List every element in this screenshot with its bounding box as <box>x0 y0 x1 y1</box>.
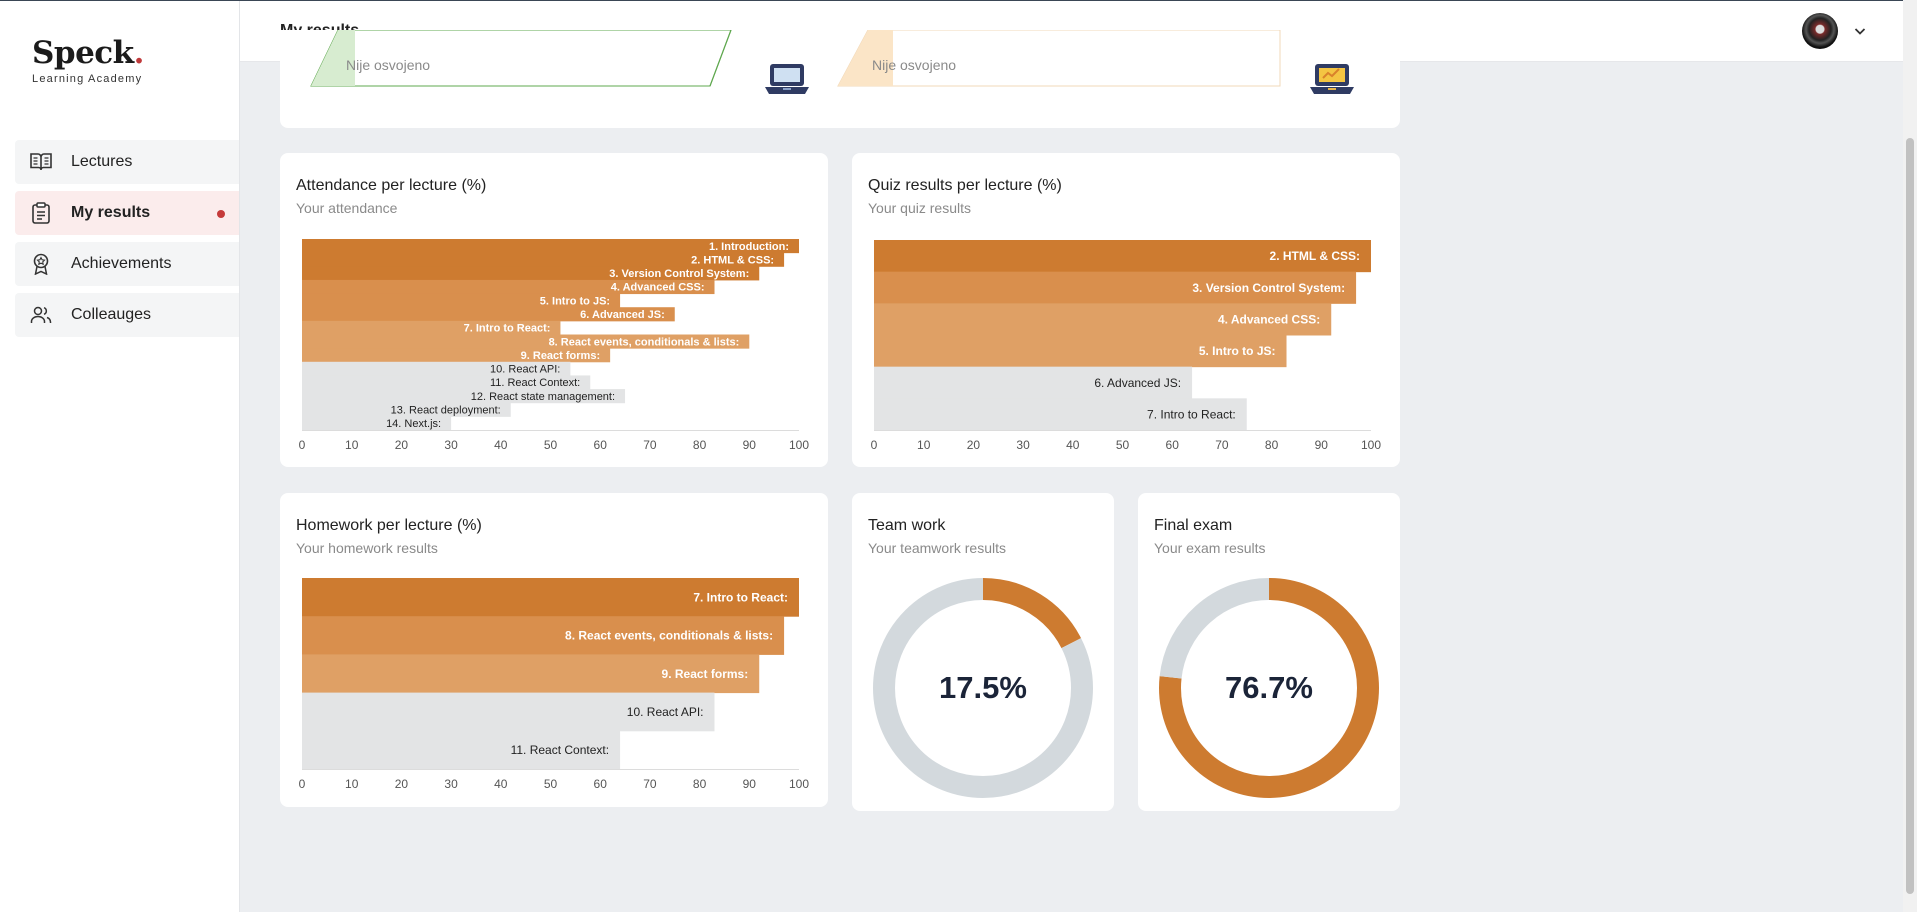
x-tick-label: 10 <box>345 438 359 452</box>
logo-subtitle: Learning Academy <box>32 73 143 85</box>
laptop-icon <box>764 60 810 101</box>
scrollbar-thumb[interactable] <box>1906 138 1914 894</box>
bar-label: 6. Advanced JS: <box>580 309 665 321</box>
x-tick-label: 70 <box>643 777 657 791</box>
achievement-progress-shapes <box>310 30 1281 87</box>
bar-label: 4. Advanced CSS: <box>1218 312 1320 326</box>
bar-label: 8. React events, conditionals & lists: <box>565 629 773 643</box>
bar-label: 10. React API: <box>627 705 704 719</box>
bar-label: 3. Version Control System: <box>609 268 749 280</box>
x-tick-label: 90 <box>743 777 757 791</box>
x-tick-label: 80 <box>1265 438 1279 452</box>
x-tick-label: 40 <box>1066 438 1080 452</box>
sidebar-item-colleagues[interactable]: Colleauges <box>15 293 239 337</box>
x-tick-label: 10 <box>917 438 931 452</box>
achievement-status: Nije osvojeno <box>872 57 957 73</box>
sidebar-item-my-results[interactable]: My results <box>15 191 239 235</box>
x-tick-label: 50 <box>544 777 558 791</box>
logo-text: Speck <box>32 35 134 71</box>
x-tick-label: 90 <box>1315 438 1329 452</box>
sidebar: Speck. Learning Academy Lectures My resu… <box>0 1 240 912</box>
user-avatar[interactable] <box>1802 13 1838 49</box>
homework-chart: 7. Intro to React: 8. React events, condi… <box>299 578 809 791</box>
exam-value: 76.7% <box>1225 670 1313 705</box>
bar-label: 11. React Context: <box>511 743 609 757</box>
x-tick-label: 40 <box>494 438 508 452</box>
x-tick-label: 70 <box>1215 438 1229 452</box>
exam-card: Final exam Your exam results 76.7% <box>1138 493 1400 811</box>
award-icon <box>30 253 52 275</box>
bar-label: 9. React forms: <box>662 667 749 681</box>
bar-label: 5. Intro to JS: <box>1199 344 1276 358</box>
x-tick-label: 20 <box>395 777 409 791</box>
logo[interactable]: Speck. Learning Academy <box>32 35 144 85</box>
page-scrollbar[interactable] <box>1903 0 1917 912</box>
bar-label: 6. Advanced JS: <box>1094 376 1181 390</box>
x-tick-label: 30 <box>444 777 458 791</box>
bar-label: 11. React Context: <box>490 377 580 389</box>
bar-label: 1. Introduction: <box>709 241 789 253</box>
x-tick-label: 30 <box>1016 438 1030 452</box>
achievement-status: Nije osvojeno <box>346 57 431 73</box>
users-icon <box>30 304 52 326</box>
bar-label: 7. Intro to React: <box>693 590 788 604</box>
teamwork-value: 17.5% <box>939 670 1027 705</box>
bar-label: 7. Intro to React: <box>1147 407 1236 421</box>
sidebar-item-label: Lectures <box>71 153 133 170</box>
sidebar-item-label: My results <box>71 204 151 221</box>
logo-dot: . <box>133 35 145 71</box>
x-tick-label: 50 <box>544 438 558 452</box>
x-tick-label: 60 <box>1166 438 1180 452</box>
sidebar-item-achievements[interactable]: Achievements <box>15 242 239 286</box>
bar-label: 7. Intro to React: <box>464 323 551 335</box>
x-tick-label: 100 <box>789 777 809 791</box>
clipboard-icon <box>30 202 52 224</box>
x-tick-label: 70 <box>643 438 657 452</box>
achievements-card: Nije osvojeno Nije osvojeno <box>280 30 1400 128</box>
x-tick-label: 60 <box>594 777 608 791</box>
exam-donut-chart <box>1159 578 1379 798</box>
laptop-icon <box>1309 60 1355 101</box>
x-tick-label: 60 <box>594 438 608 452</box>
x-tick-label: 10 <box>345 777 359 791</box>
sidebar-item-label: Colleauges <box>71 306 152 323</box>
bar-label: 2. HTML & CSS: <box>1270 249 1360 263</box>
x-tick-label: 90 <box>743 438 757 452</box>
x-tick-label: 0 <box>299 438 306 452</box>
bar-label: 14. Next.js: <box>386 418 441 430</box>
bar-label: 3. Version Control System: <box>1192 281 1345 295</box>
sidebar-item-lectures[interactable]: Lectures <box>15 140 239 184</box>
teamwork-card: Team work Your teamwork results 17.5% <box>852 493 1114 811</box>
x-tick-label: 100 <box>1361 438 1381 452</box>
bar-label: 2. HTML & CSS: <box>691 254 774 266</box>
x-tick-label: 30 <box>444 438 458 452</box>
book-icon <box>30 151 52 173</box>
x-tick-label: 40 <box>494 777 508 791</box>
bar-label: 12. React state management: <box>471 391 615 403</box>
bar-label: 9. React forms: <box>521 350 600 362</box>
notification-dot <box>217 210 225 218</box>
chevron-down-icon[interactable] <box>1852 23 1868 39</box>
x-tick-label: 100 <box>789 438 809 452</box>
x-tick-label: 20 <box>967 438 981 452</box>
bar-label: 13. React deployment: <box>391 404 501 416</box>
quiz-chart: 2. HTML & CSS: 3. Version Control System:… <box>871 240 1381 452</box>
x-tick-label: 80 <box>693 777 707 791</box>
x-tick-label: 50 <box>1116 438 1130 452</box>
x-tick-label: 20 <box>395 438 409 452</box>
sidebar-nav: Lectures My results Achievements Colleau… <box>15 140 239 344</box>
bar-label: 4. Advanced CSS: <box>611 282 705 294</box>
x-tick-label: 0 <box>871 438 878 452</box>
homework-card: Homework per lecture (%) Your homework r… <box>280 493 828 807</box>
attendance-chart: 1. Introduction:2. HTML & CSS: 3. Version… <box>299 239 809 452</box>
bar-label: 8. React events, conditionals & lists: <box>549 336 740 348</box>
x-tick-label: 0 <box>299 777 306 791</box>
attendance-card: Attendance per lecture (%) Your attendan… <box>280 153 828 467</box>
sidebar-item-label: Achievements <box>71 255 172 272</box>
quiz-card: Quiz results per lecture (%) Your quiz r… <box>852 153 1400 467</box>
bar-label: 10. React API: <box>490 364 560 376</box>
teamwork-donut-chart <box>873 578 1093 798</box>
bar-label: 5. Intro to JS: <box>540 295 610 307</box>
x-tick-label: 80 <box>693 438 707 452</box>
